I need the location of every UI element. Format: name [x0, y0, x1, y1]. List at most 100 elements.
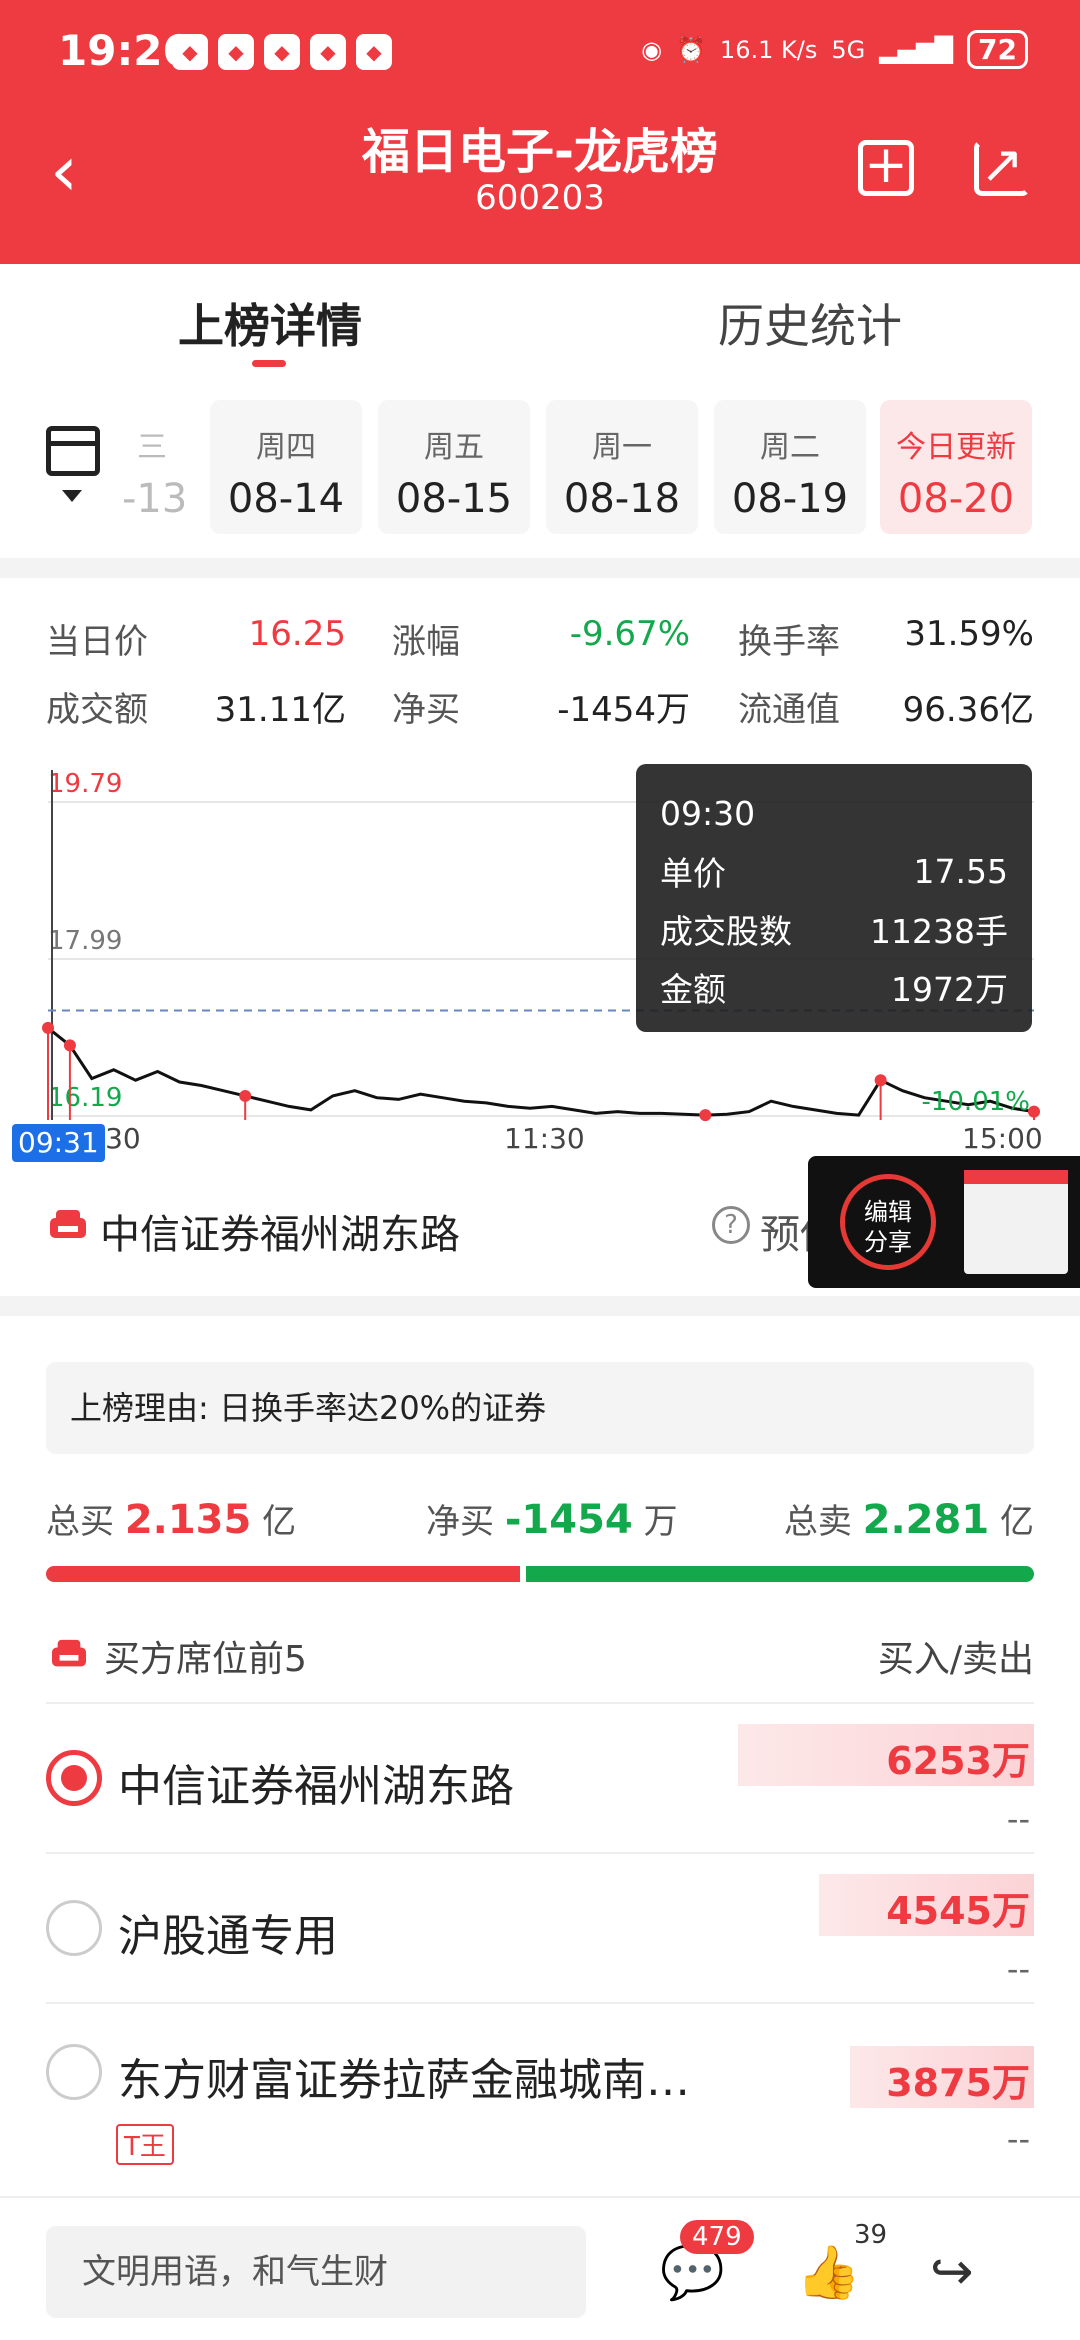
date-weekday: 今日更新: [896, 430, 1016, 465]
app-icon: ◆: [172, 34, 208, 70]
comment-count-badge: 479: [680, 2220, 754, 2254]
tooltip-row: 单价 17.55: [660, 842, 1008, 900]
tab-indicator: [252, 360, 286, 367]
bottom-action-bar: 文明用语，和气生财 💬 479 👍 39 ↪: [0, 2196, 1080, 2340]
alarm-icon: ⏰: [676, 35, 706, 64]
date-card[interactable]: 周五 08-15: [378, 400, 530, 534]
radio-selected[interactable]: [46, 1750, 102, 1806]
y-tick-label: 16.19: [48, 1083, 122, 1113]
trade-marker-dot: [63, 1039, 76, 1052]
date-value: 08-19: [731, 476, 849, 522]
seat-sell-amount: --: [1006, 1800, 1030, 1838]
tooltip-value: 17.55: [913, 851, 1008, 891]
seat-tag: T王: [116, 2124, 174, 2165]
y-tick-label: 19.79: [48, 769, 122, 799]
signal-icon: ▂▄▆█: [879, 35, 954, 64]
stats-row-1: 当日价 16.25 涨幅 -9.67% 换手率 31.59%: [0, 614, 1080, 674]
date-card-today[interactable]: 今日更新 08-20: [880, 400, 1032, 534]
date-weekday: 周四: [256, 430, 316, 465]
float-label: 流通值: [738, 690, 840, 730]
date-card[interactable]: 周一 08-18: [546, 400, 698, 534]
seat-row[interactable]: 东方财富证券拉萨金融城南… T王 3875万 --: [46, 2002, 1034, 2192]
share-icon[interactable]: ↗: [974, 139, 1030, 196]
price-label: 当日价: [46, 622, 148, 662]
app-icon: ◆: [264, 34, 300, 70]
add-icon[interactable]: +: [858, 139, 914, 196]
sofa-icon: [50, 1210, 86, 1238]
seat-row[interactable]: 中信证券福州湖东路 6253万 --: [46, 1702, 1034, 1852]
section-divider: [0, 1296, 1080, 1316]
total-sell-label: 总卖: [783, 1502, 852, 1542]
comment-input[interactable]: 文明用语，和气生财: [46, 2226, 586, 2318]
netbuy-value: -1454万: [557, 690, 690, 730]
date-card[interactable]: 周四 08-14: [210, 400, 362, 534]
dropdown-arrow-icon[interactable]: [62, 490, 82, 502]
trade-marker-dot: [42, 1021, 54, 1034]
total-sell-unit: 亿: [1000, 1502, 1034, 1542]
trade-totals: 总买 2.135 亿 净买 -1454 万 总卖 2.281 亿: [0, 1494, 1080, 1554]
floating-share-panel[interactable]: 编辑 分享: [808, 1156, 1080, 1288]
tooltip-value: 11238手: [870, 912, 1008, 951]
broker-name: 中信证券福州湖东路: [100, 1212, 460, 1258]
chart-tooltip: 09:30 单价 17.55 成交股数 11238手 金额 1972万: [636, 764, 1032, 1032]
radio-unselected[interactable]: [46, 2044, 102, 2100]
seats-title: 买方席位前5: [104, 1639, 307, 1680]
section-divider: [0, 558, 1080, 578]
netbuy-label: 净买: [392, 690, 460, 730]
seat-sell-amount: --: [1006, 1950, 1030, 1988]
seat-name: 沪股通专用: [118, 1911, 338, 1962]
net-buy-unit: 万: [643, 1502, 678, 1542]
seat-buy-amount: 4545万: [886, 1889, 1030, 1933]
forward-icon[interactable]: ↪: [930, 2242, 974, 2302]
like-icon[interactable]: 👍: [796, 2242, 861, 2303]
time-cursor-badge: 09:31: [12, 1124, 105, 1162]
total-sell-value: 2.281: [862, 1497, 990, 1543]
calendar-icon[interactable]: [46, 426, 100, 476]
tab-bar: 上榜详情 历史统计: [0, 264, 1080, 384]
turnover-label: 换手率: [738, 622, 840, 662]
trade-marker-dot: [874, 1074, 887, 1087]
sofa-icon: [52, 1639, 86, 1667]
edit-share-button[interactable]: 编辑 分享: [840, 1174, 936, 1270]
tooltip-row: 成交股数 11238手: [660, 900, 1008, 958]
seat-row[interactable]: 沪股通专用 4545万 --: [46, 1852, 1034, 2002]
tooltip-label: 成交股数: [660, 912, 792, 951]
date-value: -13: [122, 476, 188, 522]
volume-label: 成交额: [46, 690, 148, 730]
date-weekday: 周五: [424, 430, 484, 465]
turnover-value: 31.59%: [904, 614, 1034, 654]
help-icon[interactable]: ?: [712, 1206, 750, 1244]
date-value: 08-15: [395, 476, 513, 522]
buyer-seats-header: 买方席位前5 买入/卖出: [0, 1624, 1080, 1684]
app-icon: ◆: [218, 34, 254, 70]
float-value: 96.36亿: [902, 690, 1034, 730]
app-icon: ◆: [356, 34, 392, 70]
net-buy: 净买 -1454 万: [426, 1494, 678, 1543]
price-line: [47, 1026, 1035, 1117]
tooltip-label: 单价: [660, 854, 726, 893]
seats-columns: 买入/卖出: [877, 1639, 1034, 1680]
network-speed: 16.1 K/s: [719, 35, 818, 64]
page-header: ‹ 福日电子-龙虎榜 600203 + ↗: [0, 100, 1080, 264]
like-count: 39: [854, 2220, 888, 2250]
seat-name: 中信证券福州湖东路: [118, 1761, 514, 1812]
tab-history[interactable]: 历史统计: [718, 290, 902, 356]
date-value: 08-18: [563, 476, 681, 522]
network-type: 5G: [831, 35, 866, 64]
radio-unselected[interactable]: [46, 1900, 102, 1956]
stats-row-2: 成交额 31.11亿 净买 -1454万 流通值 96.36亿: [0, 682, 1080, 742]
buy-sell-ratio-bar: [46, 1566, 1034, 1582]
screenshot-thumbnail[interactable]: [964, 1170, 1068, 1274]
tab-details[interactable]: 上榜详情: [178, 290, 362, 356]
date-card[interactable]: 周二 08-19: [714, 400, 866, 534]
sell-ratio-fill: [526, 1566, 1034, 1582]
battery-level: 72: [967, 30, 1028, 69]
date-card-partial[interactable]: 三 -13: [122, 400, 188, 534]
seat-buy-amount: 6253万: [886, 1739, 1030, 1783]
seat-sell-amount: --: [1006, 2120, 1030, 2158]
seat-buy-amount: 3875万: [886, 2061, 1030, 2105]
net-buy-label: 净买: [426, 1502, 494, 1542]
volume-value: 31.11亿: [214, 690, 346, 730]
price-value: 16.25: [248, 614, 346, 654]
page-title: 福日电子-龙虎榜: [362, 124, 718, 180]
